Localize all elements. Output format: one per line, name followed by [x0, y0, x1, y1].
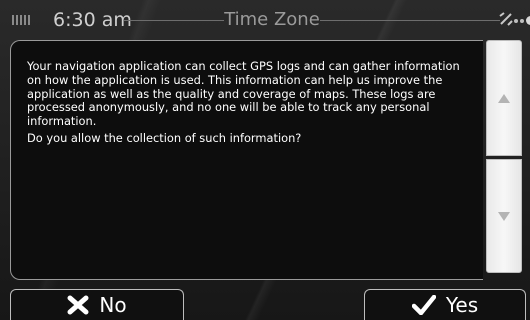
signal-strength-icon [12, 13, 32, 25]
status-bar: 6:30 am Time Zone [0, 0, 530, 38]
scroll-down-button[interactable] [486, 159, 522, 273]
more-dots-icon[interactable] [514, 16, 530, 25]
arrow-up-icon [498, 93, 510, 103]
title-divider-right [320, 20, 500, 21]
dialog-message: Your navigation application can collect … [27, 59, 477, 146]
question-text: Do you allow the collection of such info… [27, 130, 302, 145]
arrow-down-icon [498, 211, 510, 221]
message-text: Your navigation application can collect … [27, 59, 460, 129]
no-button-label: No [99, 293, 127, 317]
screen-title: Time Zone [224, 9, 320, 30]
scroll-up-button[interactable] [486, 40, 522, 156]
yes-button-label: Yes [445, 293, 479, 317]
clock-time: 6:30 am [53, 9, 132, 31]
title-divider-left [124, 20, 224, 21]
no-button[interactable]: No [10, 289, 184, 320]
checkmark-icon [411, 295, 436, 315]
x-mark-icon [67, 295, 89, 315]
satellite-icon [499, 12, 513, 26]
yes-button[interactable]: Yes [364, 289, 526, 320]
